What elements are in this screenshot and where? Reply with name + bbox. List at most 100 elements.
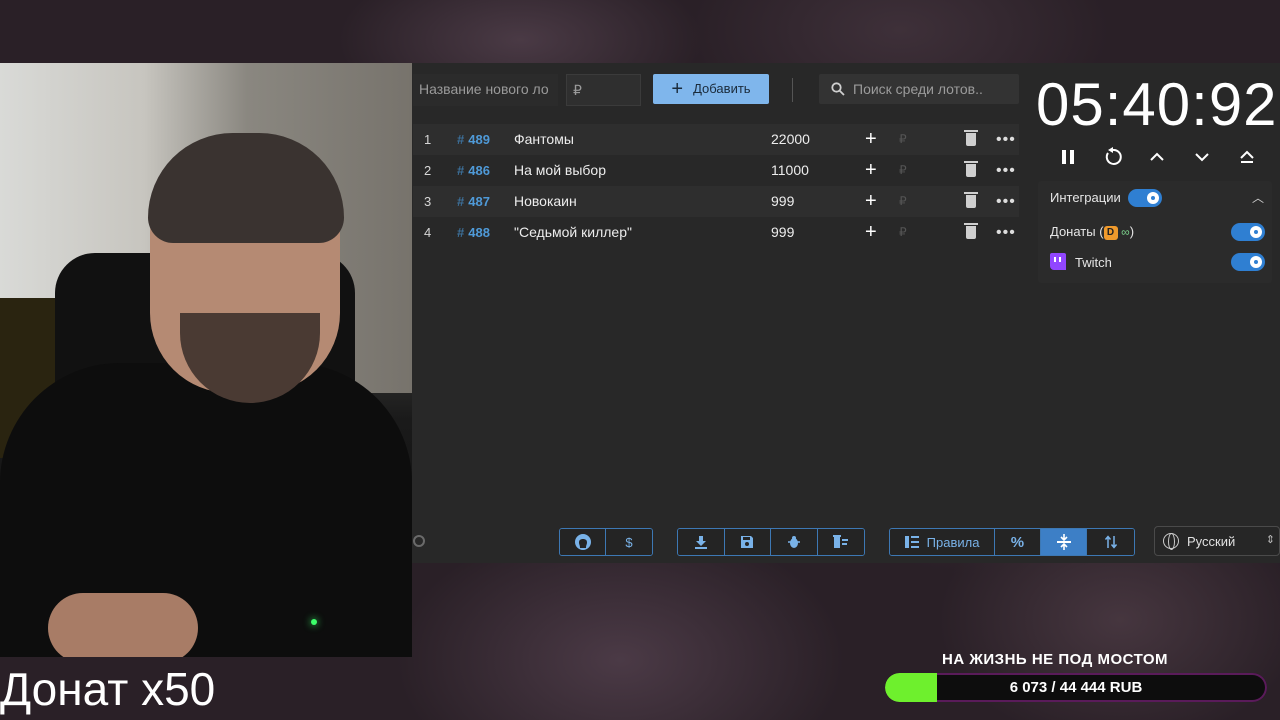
language-selected: Русский: [1187, 533, 1236, 549]
twitch-toggle[interactable]: [1231, 253, 1265, 271]
ruble-input[interactable]: ₽: [899, 217, 907, 248]
donate-button[interactable]: $: [606, 529, 652, 555]
bug-icon: [787, 536, 800, 548]
reset-timer-button[interactable]: [1102, 146, 1124, 168]
donatepay-icon: ∞: [1121, 225, 1130, 239]
eject-icon: [1240, 150, 1254, 163]
chevron-down-icon: [1195, 153, 1209, 162]
twitch-icon: [1050, 253, 1066, 270]
rules-button[interactable]: Правила: [890, 529, 996, 555]
integrations-title: Интеграции: [1050, 190, 1121, 205]
double-increase-time-button[interactable]: [1236, 146, 1258, 168]
lot-index: 2: [424, 163, 432, 178]
integrations-toggle[interactable]: [1128, 189, 1162, 207]
sort-button[interactable]: [1087, 529, 1134, 555]
clear-list-button[interactable]: [817, 529, 864, 555]
reset-icon: [1105, 147, 1122, 165]
donationalerts-icon: D: [1103, 225, 1118, 240]
lot-id[interactable]: #489: [457, 124, 490, 155]
hash-icon: #: [457, 225, 465, 240]
rules-label: Правила: [926, 534, 980, 550]
lot-id-value: 489: [468, 132, 490, 147]
auction-timer: 05:40:92: [1036, 71, 1278, 138]
select-caret-icon: ⇕: [1265, 534, 1275, 546]
donations-label-text: Донаты (: [1050, 224, 1104, 239]
collapse-chevron-icon[interactable]: ︿: [1252, 189, 1264, 206]
rules-icon: [904, 536, 919, 548]
save-icon: [741, 536, 754, 548]
donations-toggle[interactable]: [1231, 223, 1265, 241]
lot-amount: 22000: [771, 131, 810, 147]
lot-id[interactable]: #487: [457, 186, 490, 217]
delete-icon[interactable]: [964, 130, 978, 146]
add-lot-button[interactable]: + Добавить: [653, 74, 769, 104]
percent-button[interactable]: %: [995, 529, 1041, 555]
table-row[interactable]: 2 #486 На мой выбор 11000 + ₽ •••: [413, 155, 1019, 186]
bug-report-button[interactable]: [771, 529, 818, 555]
more-icon[interactable]: •••: [996, 217, 1016, 248]
lot-price-input[interactable]: ₽: [566, 74, 641, 106]
clear-list-icon: [832, 535, 848, 548]
visibility-icon[interactable]: [413, 535, 425, 547]
lot-name[interactable]: Фантомы: [514, 124, 574, 155]
increase-time-button[interactable]: [1146, 146, 1168, 168]
delete-icon[interactable]: [964, 223, 978, 239]
links-button-group: $: [559, 528, 653, 556]
pause-icon: [1062, 150, 1074, 164]
sort-icon: [1104, 535, 1117, 549]
lot-amount: 999: [771, 193, 795, 209]
lot-index: 4: [424, 225, 432, 240]
integrations-panel: Интеграции ︿ Донаты (D ∞) Twitch: [1038, 181, 1272, 283]
delete-icon[interactable]: [964, 192, 978, 208]
add-lot-label: Добавить: [693, 81, 751, 96]
save-button[interactable]: [724, 529, 771, 555]
chevron-up-icon: [1150, 152, 1164, 161]
add-amount-icon[interactable]: +: [865, 155, 877, 186]
language-select[interactable]: Русский ⇕: [1154, 526, 1280, 556]
compress-icon: [1056, 534, 1071, 550]
lot-name[interactable]: Новокаин: [514, 186, 577, 217]
pause-button[interactable]: [1057, 146, 1079, 168]
lot-name-input[interactable]: Название нового ло: [413, 74, 558, 106]
table-row[interactable]: 3 #487 Новокаин 999 + ₽ •••: [413, 186, 1019, 217]
download-button[interactable]: [678, 529, 725, 555]
webcam-led: [311, 619, 317, 625]
add-amount-icon[interactable]: +: [865, 217, 877, 248]
lot-id[interactable]: #486: [457, 155, 490, 186]
github-icon: [574, 534, 591, 550]
donation-goal-progress: 6 073 / 44 444 RUB: [1009, 679, 1143, 696]
hash-icon: #: [457, 132, 465, 147]
github-button[interactable]: [560, 529, 606, 555]
add-amount-icon[interactable]: +: [865, 124, 877, 155]
more-icon[interactable]: •••: [996, 155, 1016, 186]
webcam-feed: [0, 63, 412, 657]
lot-name[interactable]: На мой выбор: [514, 155, 606, 186]
twitch-integration-label: Twitch: [1075, 255, 1112, 270]
donations-label-suffix: ): [1129, 224, 1135, 239]
hash-icon: #: [457, 163, 465, 178]
lot-id-value: 486: [468, 163, 490, 178]
lot-id-value: 488: [468, 225, 490, 240]
add-amount-icon[interactable]: +: [865, 186, 877, 217]
lot-amount: 11000: [771, 162, 809, 178]
table-row[interactable]: 4 #488 "Седьмой киллер" 999 + ₽ •••: [413, 217, 1019, 248]
decrease-time-button[interactable]: [1191, 146, 1213, 168]
lot-id[interactable]: #488: [457, 217, 490, 248]
lots-table: 1 #489 Фантомы 22000 + ₽ ••• 2 #486 На м…: [413, 124, 1019, 248]
delete-icon[interactable]: [964, 161, 978, 177]
search-input[interactable]: Поиск среди лотов..: [819, 74, 1019, 104]
donation-multiplier-caption: Донат х50: [0, 663, 216, 715]
plus-icon: +: [671, 78, 684, 100]
ruble-input[interactable]: ₽: [899, 186, 907, 217]
compress-button[interactable]: [1040, 529, 1088, 555]
search-icon: [831, 82, 845, 96]
lot-name[interactable]: "Седьмой киллер": [514, 217, 632, 248]
more-icon[interactable]: •••: [996, 124, 1016, 155]
ruble-input[interactable]: ₽: [899, 124, 907, 155]
more-icon[interactable]: •••: [996, 186, 1016, 217]
view-button-group: Правила %: [889, 528, 1135, 556]
table-row[interactable]: 1 #489 Фантомы 22000 + ₽ •••: [413, 124, 1019, 155]
toolbar-divider: [792, 78, 793, 102]
donation-goal-title: НА ЖИЗНЬ НЕ ПОД МОСТОМ: [942, 651, 1169, 668]
ruble-input[interactable]: ₽: [899, 155, 907, 186]
